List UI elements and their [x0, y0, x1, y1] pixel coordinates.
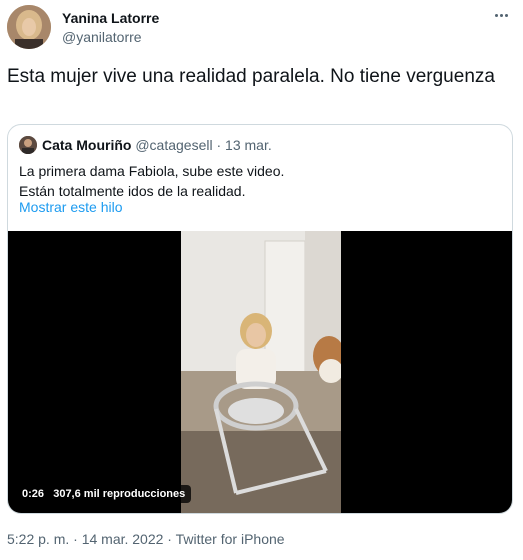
quoted-meta: @catagesell · 13 mar.: [135, 137, 272, 153]
tweet-author-name[interactable]: Yanina Latorre: [62, 10, 159, 26]
video-duration: 0:26: [22, 488, 45, 500]
quoted-tweet[interactable]: Cata Mouriño @catagesell · 13 mar. La pr…: [7, 124, 513, 514]
video-thumbnail: [181, 231, 341, 513]
more-options-icon[interactable]: [491, 8, 511, 22]
quoted-text-line: Están totalmente idos de la realidad.: [19, 183, 246, 199]
tweet-author-avatar[interactable]: [7, 5, 51, 49]
quoted-header: Cata Mouriño @catagesell · 13 mar.: [42, 137, 272, 153]
show-thread-link[interactable]: Mostrar este hilo: [19, 199, 122, 215]
video-views: 307,6 mil reproducciones: [53, 488, 186, 500]
quoted-text-line: La primera dama Fabiola, sube este video…: [19, 163, 285, 179]
tweet-author-handle[interactable]: @yanilatorre: [62, 29, 142, 45]
tweet-text: Esta mujer vive una realidad paralela. N…: [7, 66, 495, 87]
tweet-timestamp[interactable]: 5:22 p. m. · 14 mar. 2022 · Twitter for …: [7, 531, 285, 547]
quoted-author-avatar[interactable]: [19, 136, 37, 154]
video-duration-views-badge: 0:26 307,6 mil reproducciones: [16, 485, 192, 503]
quoted-text: La primera dama Fabiola, sube este video…: [19, 161, 499, 201]
quoted-author-name[interactable]: Cata Mouriño: [42, 137, 131, 153]
video-player[interactable]: 0:26 307,6 mil reproducciones: [8, 231, 512, 513]
